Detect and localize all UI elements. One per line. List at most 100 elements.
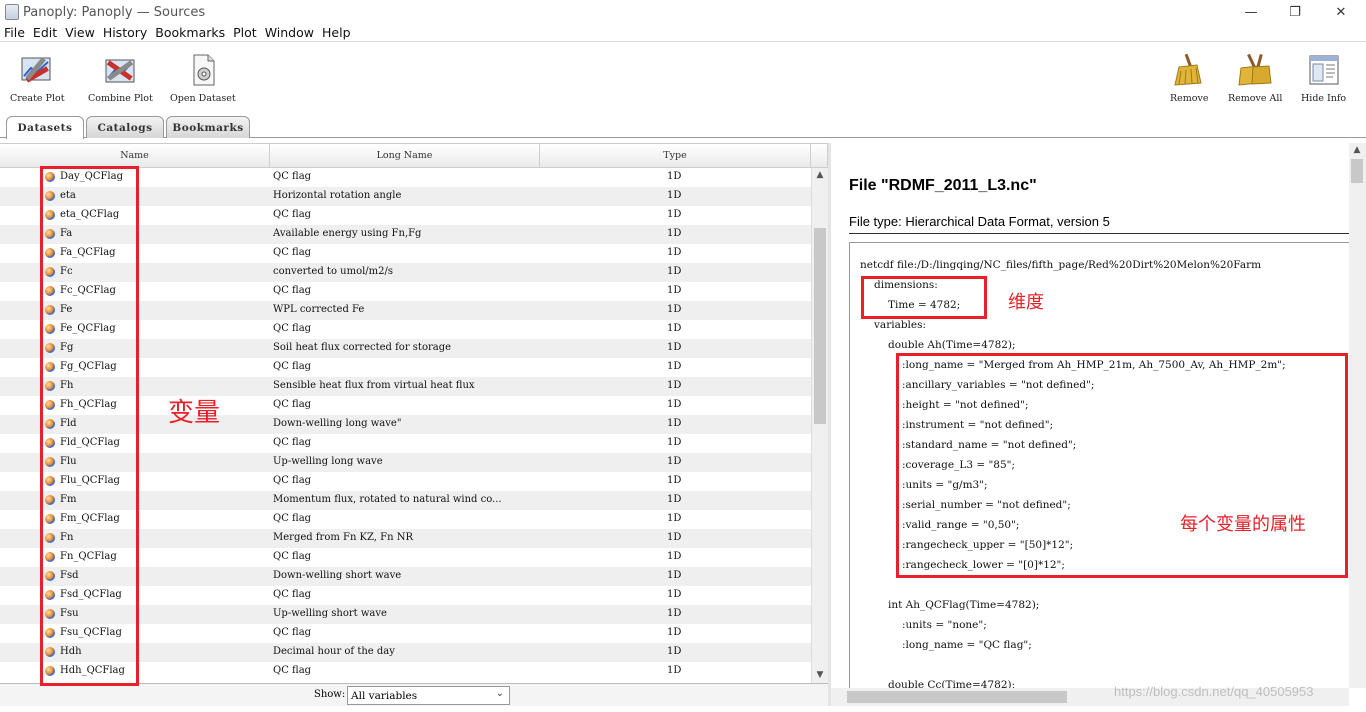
variable-name: Hdh — [60, 646, 82, 657]
variable-long-name: QC flag — [273, 323, 312, 334]
table-row[interactable]: Fh Sensible heat flux from virtual heat f… — [0, 377, 811, 396]
table-row[interactable]: Flu_QCFlag QC flag 1D — [0, 472, 811, 491]
table-row[interactable]: Fn Merged from Fn KZ, Fn NR 1D — [0, 529, 811, 548]
tab-catalogs[interactable]: Catalogs — [86, 116, 164, 138]
show-variables-select[interactable]: All variables ⌄ — [347, 686, 510, 705]
window-title: Panoply: Panoply — Sources — [23, 4, 206, 20]
table-row[interactable]: Fa Available energy using Fn,Fg 1D — [0, 225, 811, 244]
cdl-line: :serial_number = "not defined"; — [902, 499, 1071, 511]
table-row[interactable]: Day_QCFlag QC flag 1D — [0, 168, 811, 187]
broom-icon — [1171, 53, 1207, 87]
variable-icon — [45, 646, 55, 657]
minimize-button[interactable]: — — [1228, 0, 1274, 24]
table-row[interactable]: Fc converted to umol/m2/s 1D — [0, 263, 811, 282]
table-row[interactable]: Fe_QCFlag QC flag 1D — [0, 320, 811, 339]
variable-long-name: QC flag — [273, 399, 312, 410]
table-row[interactable]: Fa_QCFlag QC flag 1D — [0, 244, 811, 263]
table-row[interactable]: Fg_QCFlag QC flag 1D — [0, 358, 811, 377]
restore-button[interactable]: ❐ — [1272, 0, 1318, 24]
table-row[interactable]: Fm_QCFlag QC flag 1D — [0, 510, 811, 529]
menu-history[interactable]: History — [103, 25, 147, 40]
table-row[interactable]: Fsu_QCFlag QC flag 1D — [0, 624, 811, 643]
info-hscrollbar-thumb[interactable] — [847, 691, 1067, 703]
table-row[interactable]: Fld Down-welling long wave" 1D — [0, 415, 811, 434]
tab-bookmarks[interactable]: Bookmarks — [166, 116, 250, 138]
menu-bookmarks[interactable]: Bookmarks — [155, 25, 225, 40]
menu-edit[interactable]: Edit — [33, 25, 57, 40]
hide-info-button[interactable]: Hide Info — [1301, 53, 1346, 104]
table-row[interactable]: Flu Up-welling long wave 1D — [0, 453, 811, 472]
menu-plot[interactable]: Plot — [233, 25, 257, 40]
variable-name-cell: Fa — [45, 228, 72, 239]
table-vertical-scrollbar[interactable]: ▲ ▼ — [811, 168, 828, 684]
variable-name-cell: Fa_QCFlag — [45, 247, 116, 258]
variable-name: Fm_QCFlag — [60, 513, 120, 524]
close-button[interactable]: ✕ — [1318, 0, 1364, 24]
variable-long-name: Momentum flux, rotated to natural wind c… — [273, 494, 502, 505]
tab-datasets[interactable]: Datasets — [6, 116, 84, 139]
remove-all-button[interactable]: Remove All — [1228, 53, 1282, 104]
table-row[interactable]: Fsu Up-welling short wave 1D — [0, 605, 811, 624]
menu-help[interactable]: Help — [322, 25, 351, 40]
variable-name-cell: Fc_QCFlag — [45, 285, 116, 296]
table-row[interactable]: Fh_QCFlag QC flag 1D — [0, 396, 811, 415]
variable-name-cell: Fe — [45, 304, 72, 315]
variable-name-cell: Fld — [45, 418, 77, 429]
create-plot-button[interactable]: Create Plot — [10, 53, 65, 104]
menu-view[interactable]: View — [65, 25, 95, 40]
table-row[interactable]: eta_QCFlag QC flag 1D — [0, 206, 811, 225]
variable-type: 1D — [667, 418, 682, 429]
info-vertical-scrollbar[interactable]: ▲ — [1349, 143, 1366, 688]
remove-label: Remove — [1170, 93, 1209, 104]
variable-type: 1D — [667, 532, 682, 543]
variable-type: 1D — [667, 209, 682, 220]
table-row[interactable]: Fsd_QCFlag QC flag 1D — [0, 586, 811, 605]
cdl-line: :rangecheck_lower = "[0]*12"; — [902, 559, 1065, 571]
info-scroll-up-arrow-icon[interactable]: ▲ — [1349, 143, 1365, 157]
cdl-text-area: netcdf file:/D:/lingqing/NC_files/fifth_… — [849, 242, 1354, 706]
scroll-down-arrow-icon[interactable]: ▼ — [812, 668, 828, 682]
variable-name: Hdh_QCFlag — [60, 665, 125, 676]
variable-name: Day_QCFlag — [60, 171, 123, 182]
table-row[interactable]: Fg Soil heat flux corrected for storage 1D — [0, 339, 811, 358]
variable-name: Flu_QCFlag — [60, 475, 120, 486]
variable-name: Flu — [60, 456, 77, 467]
scroll-up-arrow-icon[interactable]: ▲ — [812, 168, 828, 182]
table-row[interactable]: Fe WPL corrected Fe 1D — [0, 301, 811, 320]
variable-type: 1D — [667, 380, 682, 391]
variable-icon — [45, 209, 55, 220]
variable-type: 1D — [667, 399, 682, 410]
cdl-line: :units = "g/m3"; — [902, 479, 988, 491]
column-header-type[interactable]: Type — [540, 144, 811, 168]
open-dataset-button[interactable]: Open Dataset — [170, 53, 236, 104]
column-header-name[interactable]: Name — [0, 144, 270, 168]
variable-long-name: Horizontal rotation angle — [273, 190, 402, 201]
show-filter-bar: Show: All variables ⌄ — [0, 683, 828, 706]
create-plot-label: Create Plot — [10, 93, 65, 104]
table-row[interactable]: Fn_QCFlag QC flag 1D — [0, 548, 811, 567]
combine-plot-button[interactable]: Combine Plot — [88, 53, 153, 104]
variable-icon — [45, 589, 55, 600]
variable-icon — [45, 399, 55, 410]
table-row[interactable]: Hdh Decimal hour of the day 1D — [0, 643, 811, 662]
table-row[interactable]: Fld_QCFlag QC flag 1D — [0, 434, 811, 453]
scrollbar-thumb[interactable] — [814, 228, 826, 424]
variable-type: 1D — [667, 266, 682, 277]
variable-name-cell: Fe_QCFlag — [45, 323, 116, 334]
variable-name-cell: Fsu_QCFlag — [45, 627, 122, 638]
cdl-line: double Ah(Time=4782); — [888, 339, 1016, 351]
file-title: File "RDMF_2011_L3.nc" — [849, 177, 1037, 194]
table-row[interactable]: Hdh_QCFlag QC flag 1D — [0, 662, 811, 681]
menu-file[interactable]: File — [4, 25, 25, 40]
table-row[interactable]: eta Horizontal rotation angle 1D — [0, 187, 811, 206]
variable-long-name: QC flag — [273, 627, 312, 638]
menu-window[interactable]: Window — [265, 25, 314, 40]
table-row[interactable]: Fsd Down-welling short wave 1D — [0, 567, 811, 586]
variable-name-cell: Hdh — [45, 646, 82, 657]
info-scrollbar-thumb[interactable] — [1351, 159, 1363, 183]
table-row[interactable]: Fc_QCFlag QC flag 1D — [0, 282, 811, 301]
remove-button[interactable]: Remove — [1170, 53, 1209, 104]
table-row[interactable]: Fm Momentum flux, rotated to natural wind… — [0, 491, 811, 510]
variable-type: 1D — [667, 190, 682, 201]
column-header-long-name[interactable]: Long Name — [270, 144, 540, 168]
